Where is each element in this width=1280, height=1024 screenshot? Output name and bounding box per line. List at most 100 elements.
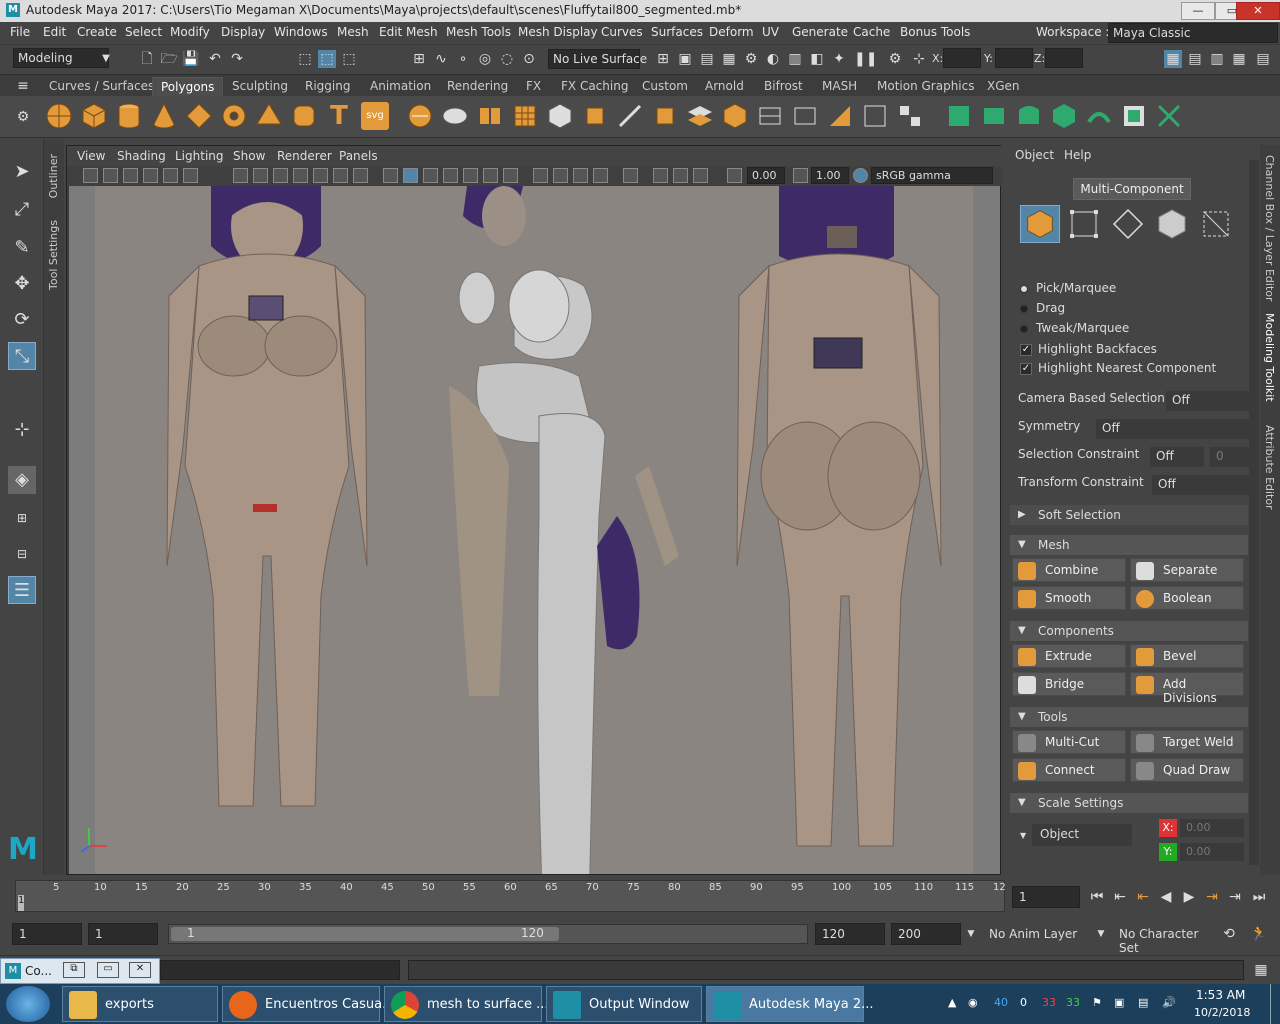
object-mode-icon[interactable] <box>1020 205 1060 243</box>
resolution-gate-icon[interactable] <box>273 168 288 183</box>
menu-deform[interactable]: Deform <box>709 25 754 39</box>
camera-based-selection-row[interactable]: Camera Based Selection Off <box>1018 391 1256 411</box>
tab-bifrost[interactable]: Bifrost <box>764 79 803 93</box>
taskbar-item-maya[interactable]: Autodesk Maya 2... <box>706 986 874 1022</box>
taskbar-item-firefox[interactable]: Encuentros Casua... <box>222 986 395 1022</box>
history-icon[interactable]: ⊞ <box>654 50 672 68</box>
tab-sculpting[interactable]: Sculpting <box>232 79 288 93</box>
range-slider-track[interactable]: 1 120 <box>168 924 808 944</box>
viewport-menu-show[interactable]: Show <box>233 149 265 163</box>
tab-fx-caching[interactable]: FX Caching <box>561 79 628 93</box>
smooth-button[interactable]: Smooth <box>1012 586 1126 610</box>
tray-expand-icon[interactable]: ▲ <box>948 996 956 1009</box>
render-settings-icon[interactable]: ⚙ <box>742 50 760 68</box>
bevel-icon[interactable] <box>651 102 679 130</box>
xray-joints-icon[interactable] <box>693 168 708 183</box>
snap-live-icon[interactable]: ⊙ <box>520 50 538 68</box>
scale-x-field[interactable]: 0.00 <box>1180 819 1244 837</box>
step-back-frame-icon[interactable]: ⇤ <box>1134 888 1152 906</box>
poly-cylinder-icon[interactable] <box>115 102 143 130</box>
snap-curve-icon[interactable]: ∿ <box>432 50 450 68</box>
redo-icon[interactable]: ↷ <box>228 50 246 68</box>
tab-arnold[interactable]: Arnold <box>705 79 744 93</box>
menu-mesh-display[interactable]: Mesh Display <box>518 25 598 39</box>
select-hierarchy-icon[interactable]: ⬚ <box>296 50 314 68</box>
xray-icon[interactable] <box>653 168 668 183</box>
mel-input-field[interactable] <box>160 960 400 980</box>
menu-select[interactable]: Select <box>125 25 162 39</box>
modeling-toolkit-icon[interactable]: ▦ <box>1164 50 1182 68</box>
separate-icon[interactable] <box>441 102 469 130</box>
current-time-marker[interactable]: 1 <box>18 895 24 911</box>
poly-plane-icon[interactable] <box>185 102 213 130</box>
poly-pipe-icon[interactable] <box>290 102 318 130</box>
poly-torus-icon[interactable] <box>220 102 248 130</box>
poly-sphere-icon[interactable] <box>45 102 73 130</box>
uv-cylindrical-icon[interactable] <box>980 102 1008 130</box>
camera-attributes-icon[interactable] <box>103 168 118 183</box>
tab-custom[interactable]: Custom <box>642 79 688 93</box>
boolean-button[interactable]: Boolean <box>1130 586 1244 610</box>
tool-settings-tab[interactable]: Tool Settings <box>47 220 60 290</box>
highlight-backfaces-checkbox[interactable]: ✓ Highlight Backfaces <box>1020 342 1157 356</box>
grease-pencil-icon[interactable] <box>183 168 198 183</box>
menu-windows[interactable]: Windows <box>274 25 328 39</box>
extrude-icon[interactable] <box>581 102 609 130</box>
poly-svg-icon[interactable]: svg <box>361 102 389 130</box>
scale-settings-section-header[interactable]: ▼ Scale Settings <box>1010 793 1248 813</box>
symmetry-row[interactable]: Symmetry Off <box>1018 419 1256 439</box>
output-window-tab[interactable]: M Co... ⧉ ▭ ✕ <box>0 958 160 984</box>
uv-planar-icon[interactable] <box>945 102 973 130</box>
wireframe-on-shaded-icon[interactable] <box>443 168 458 183</box>
menuset-dropdown[interactable]: Modeling <box>13 48 109 68</box>
mesh-section-header[interactable]: ▼ Mesh <box>1010 535 1248 555</box>
shelf-menu-icon[interactable]: ≡ <box>14 77 32 95</box>
tool-settings-icon[interactable]: ▥ <box>1208 50 1226 68</box>
2d-pan-zoom-icon[interactable] <box>163 168 178 183</box>
workspace-dropdown[interactable]: Maya Classic <box>1108 23 1278 43</box>
selection-constraint-row[interactable]: Selection Constraint Off 0 <box>1018 447 1256 467</box>
isolate-select-icon[interactable] <box>623 168 638 183</box>
camera-based-selection-value[interactable]: Off <box>1166 391 1256 411</box>
render-sequence-icon[interactable]: ▤ <box>698 50 716 68</box>
camera-select-icon[interactable] <box>83 168 98 183</box>
select-component-icon[interactable]: ⬚ <box>340 50 358 68</box>
insert-edge-loop-icon[interactable] <box>756 102 784 130</box>
menu-create[interactable]: Create <box>77 25 117 39</box>
open-scene-icon[interactable]: 🗁 <box>160 50 178 68</box>
toggle-panel-icon[interactable]: ▤ <box>1254 50 1272 68</box>
menu-surfaces[interactable]: Surfaces <box>651 25 703 39</box>
selection-constraint-value[interactable]: Off <box>1150 447 1204 467</box>
smooth-icon[interactable] <box>511 102 539 130</box>
timeline-bar[interactable]: 5 10 15 20 25 30 35 40 45 50 55 60 65 70… <box>15 880 1006 912</box>
channel-box-tab[interactable]: Channel Box / Layer Editor <box>1263 155 1276 302</box>
scale-y-field[interactable]: 0.00 <box>1180 843 1244 861</box>
menu-generate[interactable]: Generate <box>792 25 848 39</box>
render-view-icon[interactable]: ▥ <box>786 50 804 68</box>
bookmark-icon[interactable] <box>123 168 138 183</box>
tab-curves-surfaces[interactable]: Curves / Surfaces <box>49 79 154 93</box>
field-chart-icon[interactable] <box>313 168 328 183</box>
scale-tool-icon[interactable]: ⤡ <box>8 342 36 370</box>
gamma-field[interactable]: 1.00 <box>811 167 849 184</box>
add-divisions-button[interactable]: Add Divisions <box>1130 672 1244 705</box>
paint-select-tool-icon[interactable]: ✎ <box>8 234 36 262</box>
extrude-button[interactable]: Extrude <box>1012 644 1126 668</box>
volume-icon[interactable]: 🔊 <box>1162 996 1176 1009</box>
play-backward-icon[interactable]: ◀ <box>1157 888 1175 906</box>
bridge-icon[interactable] <box>686 102 714 130</box>
toolkit-menu-object[interactable]: Object <box>1015 148 1054 162</box>
snap-grid-icon[interactable]: ⊞ <box>410 50 428 68</box>
connect-button[interactable]: Connect <box>1012 758 1126 782</box>
highlight-nearest-checkbox[interactable]: ✓ Highlight Nearest Component <box>1020 361 1216 375</box>
snap-view-icon[interactable]: ◎ <box>476 50 494 68</box>
image-plane-icon[interactable] <box>143 168 158 183</box>
use-all-lights-icon[interactable] <box>483 168 498 183</box>
tweak-marquee-option[interactable]: Tweak/Marquee <box>1020 321 1129 335</box>
close-button[interactable]: ✕ <box>1236 2 1280 20</box>
y-field[interactable] <box>995 48 1033 68</box>
menu-file[interactable]: File <box>10 25 30 39</box>
render-icon[interactable]: ▣ <box>676 50 694 68</box>
poly-prism-icon[interactable] <box>255 102 283 130</box>
animation-start-field[interactable]: 1 <box>12 923 82 945</box>
